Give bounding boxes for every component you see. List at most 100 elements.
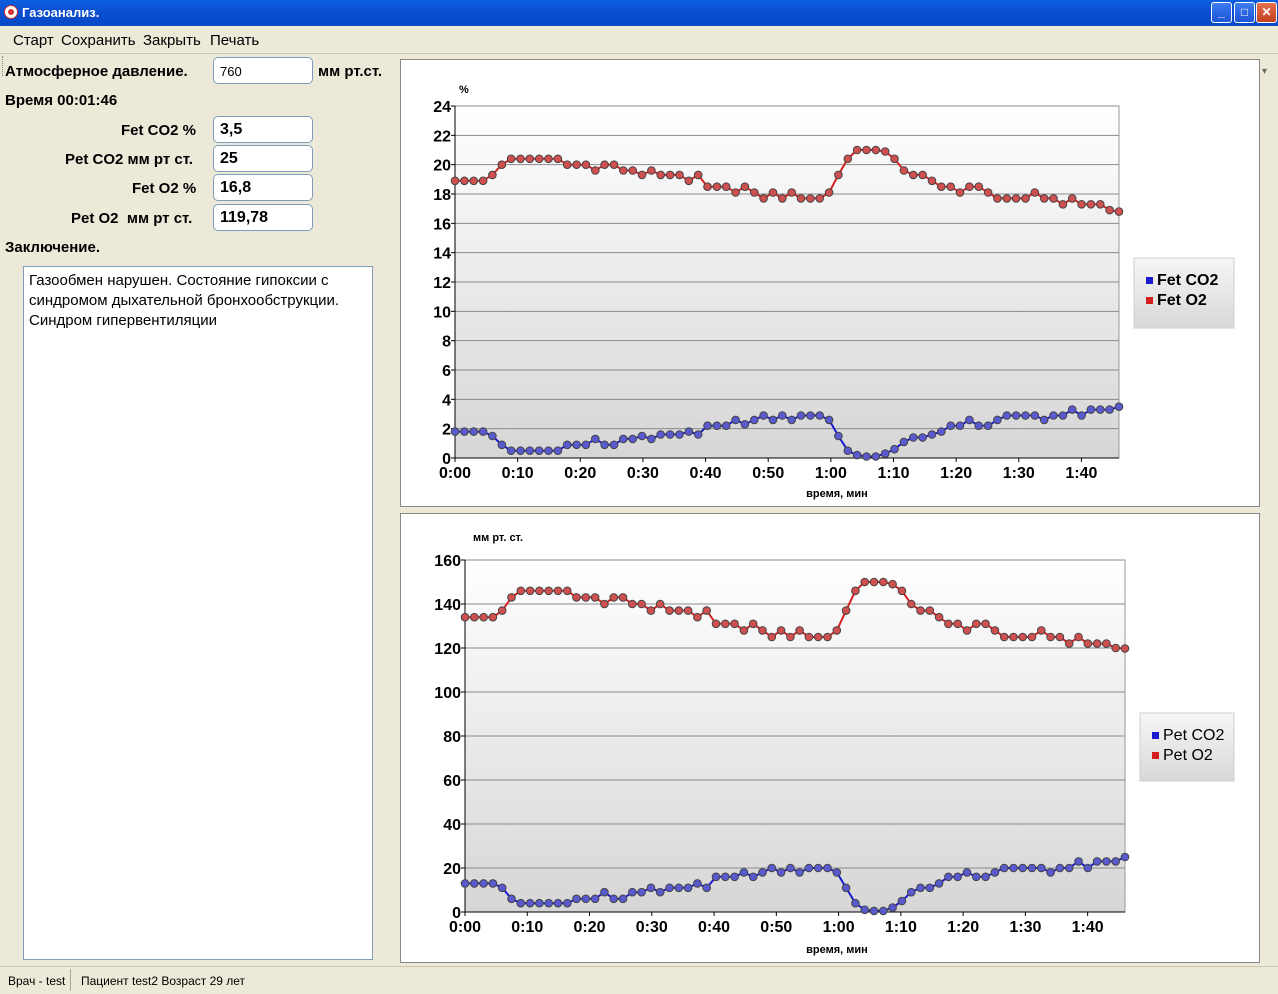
- data-point: [1058, 200, 1068, 209]
- y-tick-label: 20: [443, 861, 461, 878]
- pet-co2-label: Pet CO2 мм рт ст.: [65, 151, 193, 168]
- y-tick-label: 8: [442, 334, 451, 351]
- x-tick-label: 1:10: [885, 919, 917, 936]
- data-point: [535, 586, 544, 596]
- data-point: [647, 166, 656, 175]
- y-tick-label: 18: [433, 187, 451, 204]
- data-point: [721, 182, 731, 191]
- data-point: [1002, 194, 1012, 203]
- data-point: [934, 612, 944, 622]
- data-point: [824, 415, 834, 425]
- data-point: [655, 599, 665, 609]
- data-point: [795, 868, 804, 877]
- minimize-button[interactable]: _: [1211, 2, 1232, 23]
- data-point: [712, 182, 722, 191]
- data-point: [497, 440, 507, 450]
- pressure-input[interactable]: 760: [213, 57, 313, 84]
- data-point: [683, 883, 693, 893]
- fet-chart: 0246810121416182022240:00 0:10 0:20 0:30 0:4…: [433, 84, 1235, 500]
- data-point: [693, 430, 703, 439]
- data-point: [739, 626, 749, 635]
- data-point: [1046, 868, 1055, 877]
- menu-close[interactable]: Закрыть: [143, 32, 201, 49]
- y-tick-label: 22: [433, 128, 451, 145]
- data-point: [506, 154, 516, 164]
- data-point: [572, 593, 581, 602]
- x-tick-label: 1:20: [940, 465, 972, 482]
- data-point: [1009, 632, 1018, 642]
- data-point: [955, 421, 965, 431]
- data-point: [1120, 644, 1130, 653]
- data-point: [628, 434, 637, 444]
- y-tick-label: 160: [434, 553, 461, 570]
- chevron-down-icon[interactable]: ▾: [1262, 66, 1267, 77]
- x-tick-label: 0:20: [574, 919, 606, 936]
- data-point: [953, 619, 963, 629]
- data-point: [1074, 632, 1083, 642]
- fet-o2-field[interactable]: 16,8: [213, 174, 313, 201]
- menu-save[interactable]: Сохранить: [61, 32, 136, 49]
- data-point: [711, 619, 721, 629]
- data-point: [879, 906, 888, 916]
- data-point: [544, 446, 553, 456]
- data-point: [478, 176, 488, 186]
- data-point: [507, 593, 516, 602]
- x-tick-label: 0:20: [564, 465, 596, 482]
- data-point: [637, 170, 647, 180]
- data-point: [497, 160, 507, 169]
- conclusion-textarea[interactable]: Газообмен нарушен. Состояние гипоксии с …: [23, 266, 373, 960]
- data-point: [581, 160, 591, 169]
- x-tick-label: 0:50: [752, 465, 784, 482]
- data-point: [993, 415, 1002, 425]
- data-point: [990, 868, 1000, 877]
- data-point: [888, 903, 897, 912]
- data-point: [767, 632, 777, 642]
- data-point: [815, 411, 825, 420]
- fet-co2-field[interactable]: 3,5: [213, 116, 313, 143]
- legend-swatch: [1152, 752, 1159, 759]
- data-point: [479, 879, 488, 888]
- data-point: [581, 894, 591, 904]
- data-point: [871, 452, 881, 461]
- data-point: [1074, 857, 1083, 866]
- data-point: [637, 887, 646, 897]
- data-point: [1120, 852, 1130, 862]
- maximize-button[interactable]: □: [1234, 2, 1255, 23]
- data-point: [758, 626, 767, 635]
- data-point: [890, 444, 899, 454]
- data-point: [796, 194, 806, 203]
- data-point: [637, 431, 647, 441]
- data-point: [804, 863, 814, 873]
- data-point: [955, 188, 965, 197]
- data-point: [918, 170, 927, 180]
- data-point: [1096, 200, 1105, 209]
- data-point: [888, 579, 897, 589]
- data-point: [703, 421, 712, 431]
- x-tick-label: 1:30: [1003, 465, 1035, 482]
- data-point: [999, 863, 1009, 873]
- close-button[interactable]: ✕: [1256, 2, 1277, 23]
- data-point: [460, 879, 470, 888]
- data-point: [525, 446, 535, 456]
- data-point: [488, 170, 497, 180]
- data-point: [460, 427, 469, 436]
- data-point: [665, 170, 675, 180]
- x-tick-label: 0:30: [636, 919, 668, 936]
- data-point: [497, 606, 507, 615]
- data-point: [693, 879, 702, 888]
- x-tick-label: 1:40: [1065, 465, 1097, 482]
- data-point: [702, 606, 712, 615]
- x-tick-label: 1:30: [1009, 919, 1041, 936]
- data-point: [999, 632, 1009, 642]
- data-point: [506, 446, 516, 456]
- data-point: [972, 619, 981, 629]
- menu-start[interactable]: Старт: [13, 32, 54, 49]
- y-tick-label: 12: [433, 275, 451, 292]
- data-point: [581, 593, 591, 602]
- pet-co2-field[interactable]: 25: [213, 145, 313, 172]
- data-point: [897, 586, 907, 596]
- data-point: [1030, 411, 1040, 420]
- fet-o2-label: Fet O2 %: [132, 180, 197, 197]
- pet-o2-field[interactable]: 119,78: [213, 204, 313, 231]
- menu-print[interactable]: Печать: [210, 32, 259, 49]
